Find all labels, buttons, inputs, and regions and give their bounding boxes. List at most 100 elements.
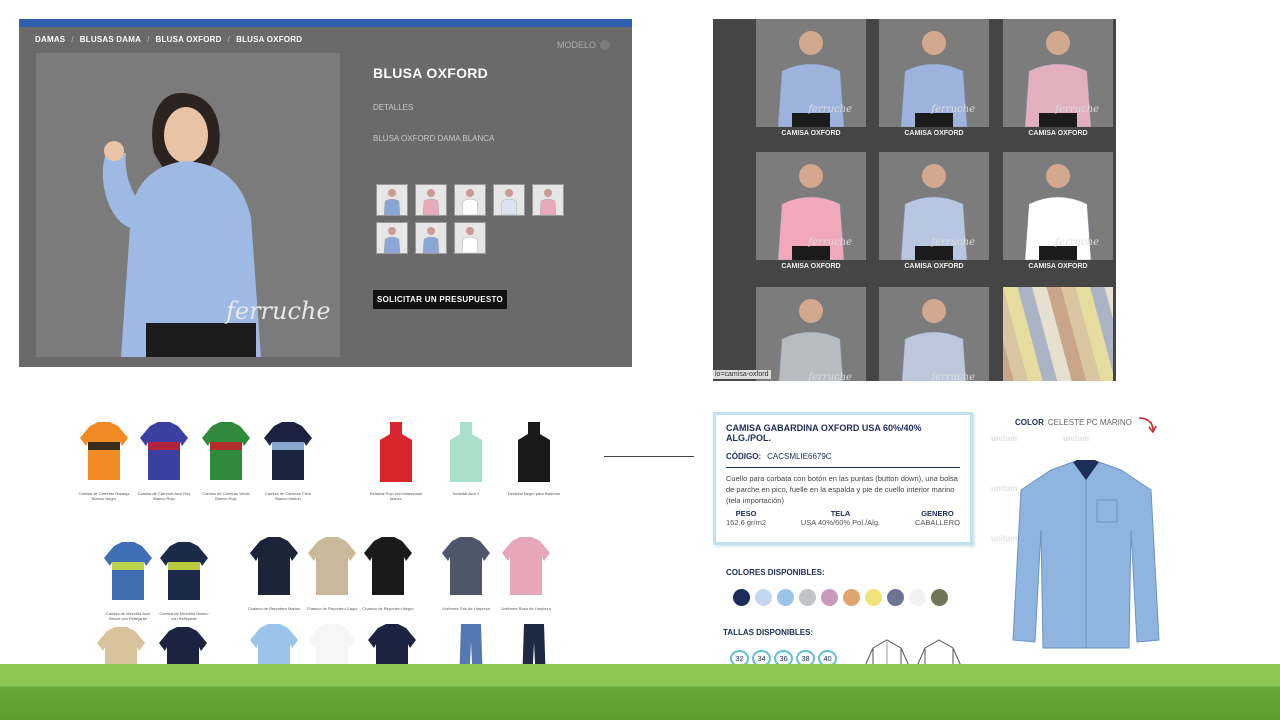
colors-label: COLORES DISPONIBLES: [726,568,825,577]
model-toggle[interactable]: MODELO [557,40,610,50]
grid-item-image: ferruche [879,19,989,127]
color-swatch[interactable] [821,589,838,606]
catalog-item[interactable]: Delantal Azul 2 [438,420,494,496]
garment-icon [250,537,298,595]
fabric-label: TELA [830,509,851,518]
catalog-item-caption: Chaleco de Reportero Marino [247,606,301,611]
person-icon [778,299,844,381]
catalog-item[interactable]: Camisa de Carreras Azul Rey Blanco Rojo [136,420,192,501]
product-title: BLUSA OXFORD [373,65,489,81]
spec-description: Cuello para corbata con botón en las pun… [726,474,958,505]
grid-item-image: ferruche [756,287,866,381]
grid-item-caption: CAMISA OXFORD [904,263,964,270]
grid-item[interactable]: ferruche [879,287,989,381]
catalog-item[interactable]: Chaleco de Reportero Marino [246,535,302,611]
grid-item[interactable]: ferruche CAMISA OXFORD [756,152,866,270]
thumbnail-image[interactable] [376,222,408,254]
grid-item-image [1003,287,1113,381]
grid-brand-watermark: ferruche [931,104,975,115]
catalog-item[interactable]: Delantal Rojo con estampado blanco [368,420,424,501]
catalog-item[interactable]: Camisa de Mezclilla Azul Brisch con Refl… [100,540,156,621]
status-url: lo=camisa-oxford [713,370,771,379]
grid-item-caption: CAMISA OXFORD [781,130,841,137]
code-label: CÓDIGO: [726,452,762,461]
thumbnail-image[interactable] [532,184,564,216]
product-description: BLUSA OXFORD DAMA BLANCA [373,134,495,143]
catalog-item[interactable]: Uniforme Rosa de Limpieza [498,535,554,611]
product-grid-screenshot: ferruche ferruche ferruche CAMISA OXFORD fer… [713,19,1116,381]
catalog-item-caption: Camisa de Mezclilla Marino con Reflejant… [159,611,209,621]
catalog-item[interactable]: Camisa de Carreras Verde Blanco Rojo [198,420,254,501]
color-swatch[interactable] [931,589,948,606]
person-thumb-icon [461,189,479,215]
garment-icon [380,422,412,482]
grid-item[interactable]: ferruche CAMISA OXFORD [879,19,989,137]
grid-item[interactable]: ferruche [756,287,866,381]
grid-item-image: ferruche [879,152,989,260]
grid-item-caption: CAMISA OXFORD [1028,263,1088,270]
grid-item[interactable]: ferruche CAMISA OXFORD [1003,152,1113,270]
thumbnail-image[interactable] [454,184,486,216]
person-thumb-icon [422,227,440,253]
catalog-item-caption: Delantal Rojo con estampado blanco [369,491,423,501]
color-swatch[interactable] [887,589,904,606]
thumbnail-image[interactable] [415,222,447,254]
thumbnail-image[interactable] [454,222,486,254]
color-swatch[interactable] [843,589,860,606]
person-thumb-icon [461,227,479,253]
grid-item-image: ferruche [756,152,866,260]
catalog-item-caption: Camisa de Carreras Verde Blanco Rojo [202,491,250,501]
grid-item[interactable]: ferruche CAMISA OXFORD [879,152,989,270]
color-swatch[interactable] [865,589,882,606]
catalog-item[interactable]: Camisa de Mezclilla Marino con Reflejant… [156,540,212,621]
shirt-product-image [1012,460,1160,649]
breadcrumb-item-damas[interactable]: DAMAS [35,35,65,44]
catalog-item[interactable]: Chaleco de Reportero Negro [360,535,416,611]
request-quote-button[interactable]: SOLICITAR UN PRESUPUESTO [373,290,508,309]
thumbnail-image[interactable] [415,184,447,216]
garment-icon [264,422,312,480]
separator-line [604,456,694,457]
grid-brand-watermark: ferruche [808,104,852,115]
catalog-item[interactable]: Delantal Negro para Bartman [506,420,562,496]
thumbnail-gallery [376,184,576,254]
garment-icon [80,422,128,480]
grid-item[interactable]: ferruche CAMISA OXFORD [1003,19,1113,137]
model-label: MODELO [556,40,596,50]
spec-column-weight: PESO 152.6 gr/m2 [726,509,766,527]
catalog-item-caption: Chaleco de Reportero Caqui [306,606,358,611]
catalog-item[interactable]: Chaleco de Reportero Caqui [304,535,360,611]
garment-icon [518,422,550,482]
catalog-item-caption: Camisa de Carreras Naranja Blanco Negro [78,491,130,501]
catalog-item[interactable]: Camisa de Carreras Naranja Blanco Negro [76,420,132,501]
garment-icon [140,422,188,480]
thumbnail-image[interactable] [376,184,408,216]
grid-item-image: ferruche [1003,152,1113,260]
color-swatch[interactable] [733,589,750,606]
garment-icon [202,422,250,480]
person-thumb-icon [383,227,401,253]
color-swatch[interactable] [777,589,794,606]
garment-icon [364,537,412,595]
color-swatch[interactable] [755,589,772,606]
grid-item[interactable]: ferruche CAMISA OXFORD [756,19,866,137]
catalog-item-caption: Camisa de Mezclilla Azul Brisch con Refl… [105,611,151,621]
details-link[interactable]: DETALLES [373,103,413,112]
color-swatch[interactable] [799,589,816,606]
breadcrumb-item-blusa-oxford[interactable]: BLUSA OXFORD [156,35,222,44]
spec-column-fabric: TELA USA 40%/60% Pol./Alg. [801,509,880,527]
color-swatch[interactable] [909,589,926,606]
spec-code: CÓDIGO: CACSMLIE6679C [726,452,960,461]
breadcrumb-item-blusas-dama[interactable]: BLUSAS DAMA [80,35,141,44]
catalog-item[interactable]: Camisa de Carreras Cielo Blanco Marino [260,420,316,501]
grid-item-image: ferruche [756,19,866,127]
catalog-item[interactable]: Uniforme Gris de Limpieza [438,535,494,611]
garment-icon [450,422,482,482]
catalog-item-caption: Uniforme Gris de Limpieza [442,606,490,611]
grid-brand-watermark: ferruche [808,372,852,381]
grid-item[interactable] [1003,287,1113,381]
thumbnail-image[interactable] [493,184,525,216]
grid-item-caption: CAMISA OXFORD [781,263,841,270]
spec-column-gender: GENERO CABALLERO [915,509,960,527]
brand-watermark: ferruche [226,297,331,325]
